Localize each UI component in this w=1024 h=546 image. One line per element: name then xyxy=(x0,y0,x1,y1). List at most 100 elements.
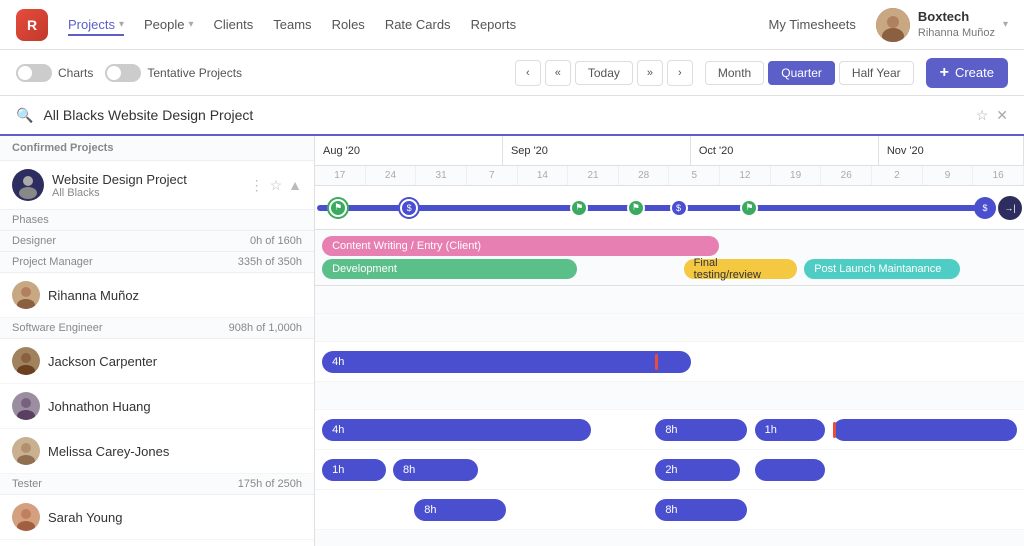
milestone-5: $ xyxy=(670,199,688,217)
gantt-day-7: 7 xyxy=(467,166,518,185)
tentative-toggle-group: Tentative Projects xyxy=(105,64,242,82)
milestone-3: ⚑ xyxy=(570,199,588,217)
phases-category: Phases xyxy=(0,210,314,231)
gantt-phases-row: Content Writing / Entry (Client) Develop… xyxy=(315,230,1024,286)
sarah-name: Sarah Young xyxy=(48,510,302,525)
johnathon-bar-3: 2h xyxy=(655,459,740,481)
more-options-icon[interactable]: ⋮ xyxy=(250,177,264,194)
search-bar: 🔍 All Blacks Website Design Project ☆ ✕ xyxy=(0,96,1024,136)
milestone-4: ⚑ xyxy=(627,199,645,217)
month-button[interactable]: Month xyxy=(705,61,764,85)
project-client: All Blacks xyxy=(52,187,242,199)
user-avatar xyxy=(876,8,910,42)
month-aug: Aug '20 xyxy=(315,136,503,165)
johnathon-bar-1: 1h xyxy=(322,459,386,481)
phase-content-writing: Content Writing / Entry (Client) xyxy=(322,236,719,256)
my-timesheets-link[interactable]: My Timesheets xyxy=(768,17,855,32)
designer-category: Designer 0h of 160h xyxy=(0,231,314,252)
nav-item-teams[interactable]: Teams xyxy=(273,13,311,36)
projects-caret: ▾ xyxy=(119,19,124,30)
johnathon-avatar xyxy=(12,392,40,420)
milestone-end: →| xyxy=(998,196,1022,220)
sarah-avatar xyxy=(12,503,40,531)
search-icon: 🔍 xyxy=(16,107,33,124)
gantt-navigation: ‹ « Today » › xyxy=(515,60,693,86)
charts-toggle[interactable] xyxy=(16,64,52,82)
johnathon-bar-2: 8h xyxy=(393,459,478,481)
gantt-day-26: 26 xyxy=(821,166,872,185)
search-value: All Blacks Website Design Project xyxy=(43,107,965,123)
user-menu-caret: ▾ xyxy=(1003,19,1008,30)
tentative-label: Tentative Projects xyxy=(147,66,242,80)
month-nov: Nov '20 xyxy=(879,136,1024,165)
logo: R xyxy=(16,9,48,41)
create-button[interactable]: + Create xyxy=(926,58,1008,88)
collapse-icon[interactable]: ▲ xyxy=(288,177,302,194)
prev-button[interactable]: ‹ xyxy=(515,60,541,86)
tester-label: Tester xyxy=(12,478,42,490)
charts-toggle-group: Charts xyxy=(16,64,93,82)
top-navigation: R Projects ▾ People ▾ Clients Teams Role… xyxy=(0,0,1024,50)
rihanna-bar: 4h xyxy=(322,351,691,373)
software-engineer-category: Software Engineer 908h of 1,000h xyxy=(0,318,314,339)
create-plus-icon: + xyxy=(940,64,949,82)
next-next-button[interactable]: » xyxy=(637,60,663,86)
gantt-designer-row xyxy=(315,286,1024,314)
user-menu[interactable]: Boxtech Rihanna Muñoz ▾ xyxy=(876,8,1008,42)
prev-prev-button[interactable]: « xyxy=(545,60,571,86)
half-year-button[interactable]: Half Year xyxy=(839,61,914,85)
gantt-jackson-row: 4h 8h 1h xyxy=(315,410,1024,450)
se-label: Software Engineer xyxy=(12,322,103,334)
gantt-panel: Aug '20 Sep '20 Oct '20 Nov '20 17243171… xyxy=(315,136,1024,546)
gantt-johnathon-row: 1h 8h 2h xyxy=(315,450,1024,490)
project-favorite-icon[interactable]: ☆ xyxy=(270,177,283,194)
nav-item-people[interactable]: People ▾ xyxy=(144,13,194,36)
gantt-day-19: 19 xyxy=(771,166,822,185)
designer-label: Designer xyxy=(12,235,56,247)
designer-hours: 0h of 160h xyxy=(250,235,302,247)
project-info: Website Design Project All Blacks xyxy=(52,172,242,199)
main-content: Confirmed Projects Website Design Projec… xyxy=(0,136,1024,546)
gantt-day-24: 24 xyxy=(366,166,417,185)
phase-development: Development xyxy=(322,259,577,279)
left-panel: Confirmed Projects Website Design Projec… xyxy=(0,136,315,546)
nav-item-clients[interactable]: Clients xyxy=(214,13,254,36)
gantt-month-header: Aug '20 Sep '20 Oct '20 Nov '20 xyxy=(315,136,1024,166)
jackson-name: Jackson Carpenter xyxy=(48,354,302,369)
tentative-toggle[interactable] xyxy=(105,64,141,82)
project-row[interactable]: Website Design Project All Blacks ⋮ ☆ ▲ xyxy=(0,161,314,210)
milestone-1: ⚑ xyxy=(329,199,347,217)
rihanna-avatar xyxy=(12,281,40,309)
person-johnathon[interactable]: Johnathon Huang xyxy=(0,384,314,429)
quarter-button[interactable]: Quarter xyxy=(768,61,835,85)
phases-label: Phases xyxy=(12,214,49,226)
gantt-rihanna-row: 4h xyxy=(315,342,1024,382)
milestone-6: ⚑ xyxy=(740,199,758,217)
project-manager-category: Project Manager 335h of 350h xyxy=(0,252,314,273)
user-name-block: Boxtech Rihanna Muñoz xyxy=(918,9,995,40)
johnathon-bar-4 xyxy=(755,459,826,481)
jackson-bar-4 xyxy=(833,419,1017,441)
nav-item-projects[interactable]: Projects ▾ xyxy=(68,13,124,36)
project-avatar xyxy=(12,169,44,201)
search-actions: ☆ ✕ xyxy=(976,107,1008,124)
clear-search-icon[interactable]: ✕ xyxy=(996,107,1008,124)
favorite-icon[interactable]: ☆ xyxy=(976,107,989,124)
nav-item-roles[interactable]: Roles xyxy=(332,13,365,36)
next-button[interactable]: › xyxy=(667,60,693,86)
person-rihanna[interactable]: Rihanna Muñoz xyxy=(0,273,314,318)
gantt-day-12: 12 xyxy=(720,166,771,185)
jackson-bar-1: 4h xyxy=(322,419,591,441)
gantt-tester-row xyxy=(315,530,1024,546)
jackson-bar-3: 1h xyxy=(755,419,826,441)
nav-item-rate-cards[interactable]: Rate Cards xyxy=(385,13,451,36)
person-jackson[interactable]: Jackson Carpenter xyxy=(0,339,314,384)
today-button[interactable]: Today xyxy=(575,61,633,85)
nav-item-reports[interactable]: Reports xyxy=(471,13,517,36)
person-melissa[interactable]: Melissa Carey-Jones xyxy=(0,429,314,474)
jackson-avatar xyxy=(12,347,40,375)
project-actions: ⋮ ☆ ▲ xyxy=(250,177,302,194)
gantt-day-9: 9 xyxy=(923,166,974,185)
person-sarah[interactable]: Sarah Young xyxy=(0,495,314,540)
tester-category: Tester 175h of 250h xyxy=(0,474,314,495)
